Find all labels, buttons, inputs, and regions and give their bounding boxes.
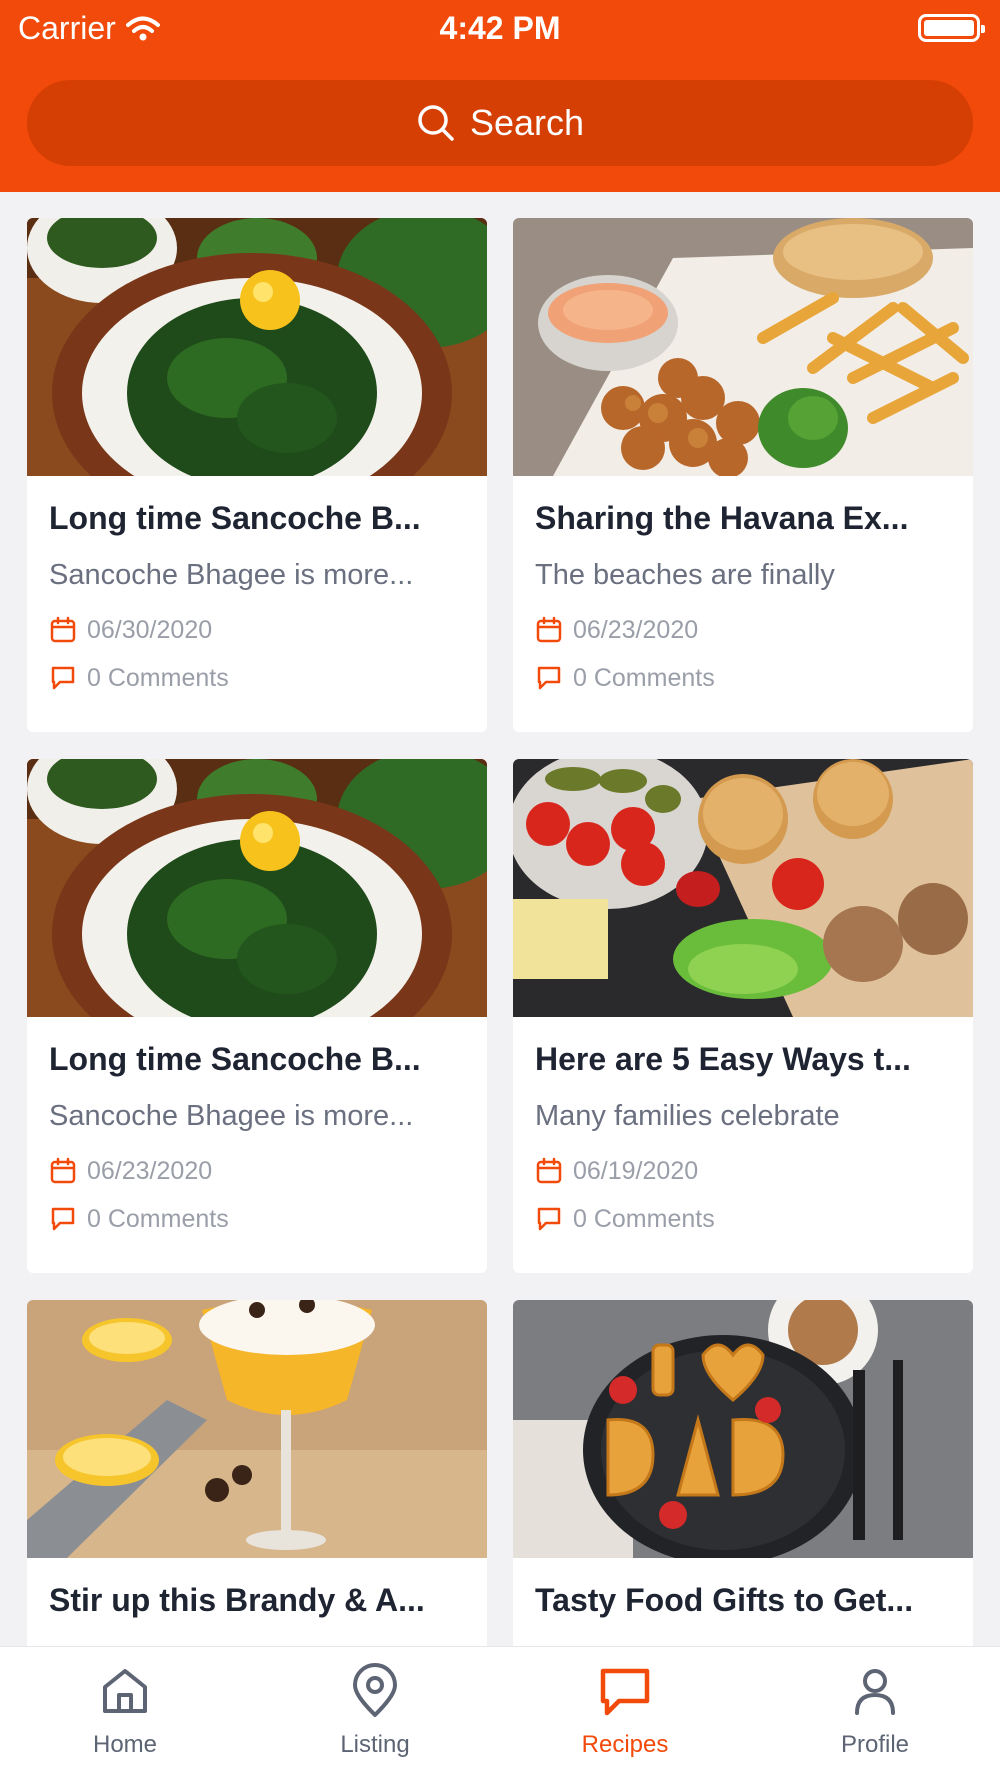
comment-icon xyxy=(537,666,561,690)
recipe-comments-text: 0 Comments xyxy=(87,1204,229,1233)
status-bar: Carrier 4:42 PM xyxy=(0,0,1000,56)
recipe-comments-text: 0 Comments xyxy=(573,663,715,692)
recipe-card[interactable]: Long time Sancoche B... Sancoche Bhagee … xyxy=(27,759,487,1273)
recipe-image-rice-greens xyxy=(27,759,487,1017)
recipe-description: Sancoche Bhagee is more... xyxy=(49,559,414,591)
status-time: 4:42 PM xyxy=(439,10,561,46)
recipe-image-burger-ingredients xyxy=(513,759,973,1017)
recipe-image-rice-greens xyxy=(27,218,487,476)
recipe-comments-text: 0 Comments xyxy=(87,663,229,692)
tab-listing[interactable]: Listing xyxy=(275,1663,475,1759)
bottom-tab-bar: Home Listing Recipes Profile xyxy=(0,1646,1000,1778)
tab-profile[interactable]: Profile xyxy=(775,1663,975,1759)
calendar-icon xyxy=(50,616,76,643)
calendar-icon xyxy=(536,1157,562,1184)
user-icon xyxy=(855,1669,895,1715)
recipe-comments[interactable]: 0 Comments xyxy=(535,662,951,694)
recipe-image-chicken-fries xyxy=(513,218,973,476)
app-header: Carrier 4:42 PM Search xyxy=(0,0,1000,192)
chat-bubble-icon xyxy=(600,1668,650,1716)
recipe-title: Tasty Food Gifts to Get... xyxy=(535,1582,914,1618)
comment-icon xyxy=(537,1207,561,1231)
recipe-comments-text: 0 Comments xyxy=(573,1204,715,1233)
recipe-date: 06/30/2020 xyxy=(49,614,465,646)
search-bar[interactable]: Search xyxy=(27,80,973,166)
recipe-title: Sharing the Havana Ex... xyxy=(535,500,909,536)
recipe-description: Many families celebrate xyxy=(535,1100,840,1132)
tab-listing-label: Listing xyxy=(340,1731,410,1758)
recipe-image-cocktail xyxy=(27,1300,487,1558)
tab-home-label: Home xyxy=(92,1731,158,1758)
recipe-title: Here are 5 Easy Ways t... xyxy=(535,1041,911,1077)
recipe-date-text: 06/19/2020 xyxy=(573,1156,699,1185)
search-label: Search xyxy=(469,102,585,143)
calendar-icon xyxy=(50,1157,76,1184)
recipe-card[interactable]: Here are 5 Easy Ways t... Many families … xyxy=(513,759,973,1273)
recipe-date-text: 06/23/2020 xyxy=(87,1156,213,1185)
recipe-card[interactable]: Sharing the Havana Ex... The beaches are… xyxy=(513,218,973,732)
tab-profile-label: Profile xyxy=(840,1731,910,1758)
recipe-date-text: 06/30/2020 xyxy=(87,615,213,644)
tab-recipes-label: Recipes xyxy=(581,1731,669,1758)
recipe-title: Stir up this Brandy & A... xyxy=(49,1582,425,1618)
comment-icon xyxy=(51,1207,75,1231)
recipe-card[interactable]: Long time Sancoche B... Sancoche Bhagee … xyxy=(27,218,487,732)
recipe-comments[interactable]: 0 Comments xyxy=(535,1203,951,1235)
search-icon xyxy=(418,105,454,141)
home-icon xyxy=(103,1669,147,1713)
tab-home[interactable]: Home xyxy=(25,1663,225,1759)
recipe-comments[interactable]: 0 Comments xyxy=(49,662,465,694)
recipe-date: 06/19/2020 xyxy=(535,1155,951,1187)
recipe-date: 06/23/2020 xyxy=(535,614,951,646)
tab-recipes[interactable]: Recipes xyxy=(525,1663,725,1759)
location-pin-icon xyxy=(353,1663,397,1717)
recipe-description: Sancoche Bhagee is more... xyxy=(49,1100,414,1132)
recipe-title: Long time Sancoche B... xyxy=(49,1041,421,1077)
recipe-title: Long time Sancoche B... xyxy=(49,500,421,536)
recipe-image-dad-pancakes xyxy=(513,1300,973,1558)
comment-icon xyxy=(51,666,75,690)
battery-icon xyxy=(918,14,985,42)
recipe-date: 06/23/2020 xyxy=(49,1155,465,1187)
recipe-date-text: 06/23/2020 xyxy=(573,615,699,644)
recipe-description: The beaches are finally xyxy=(535,559,835,591)
calendar-icon xyxy=(536,616,562,643)
recipe-comments[interactable]: 0 Comments xyxy=(49,1203,465,1235)
recipe-grid: Long time Sancoche B... Sancoche Bhagee … xyxy=(27,218,973,1778)
